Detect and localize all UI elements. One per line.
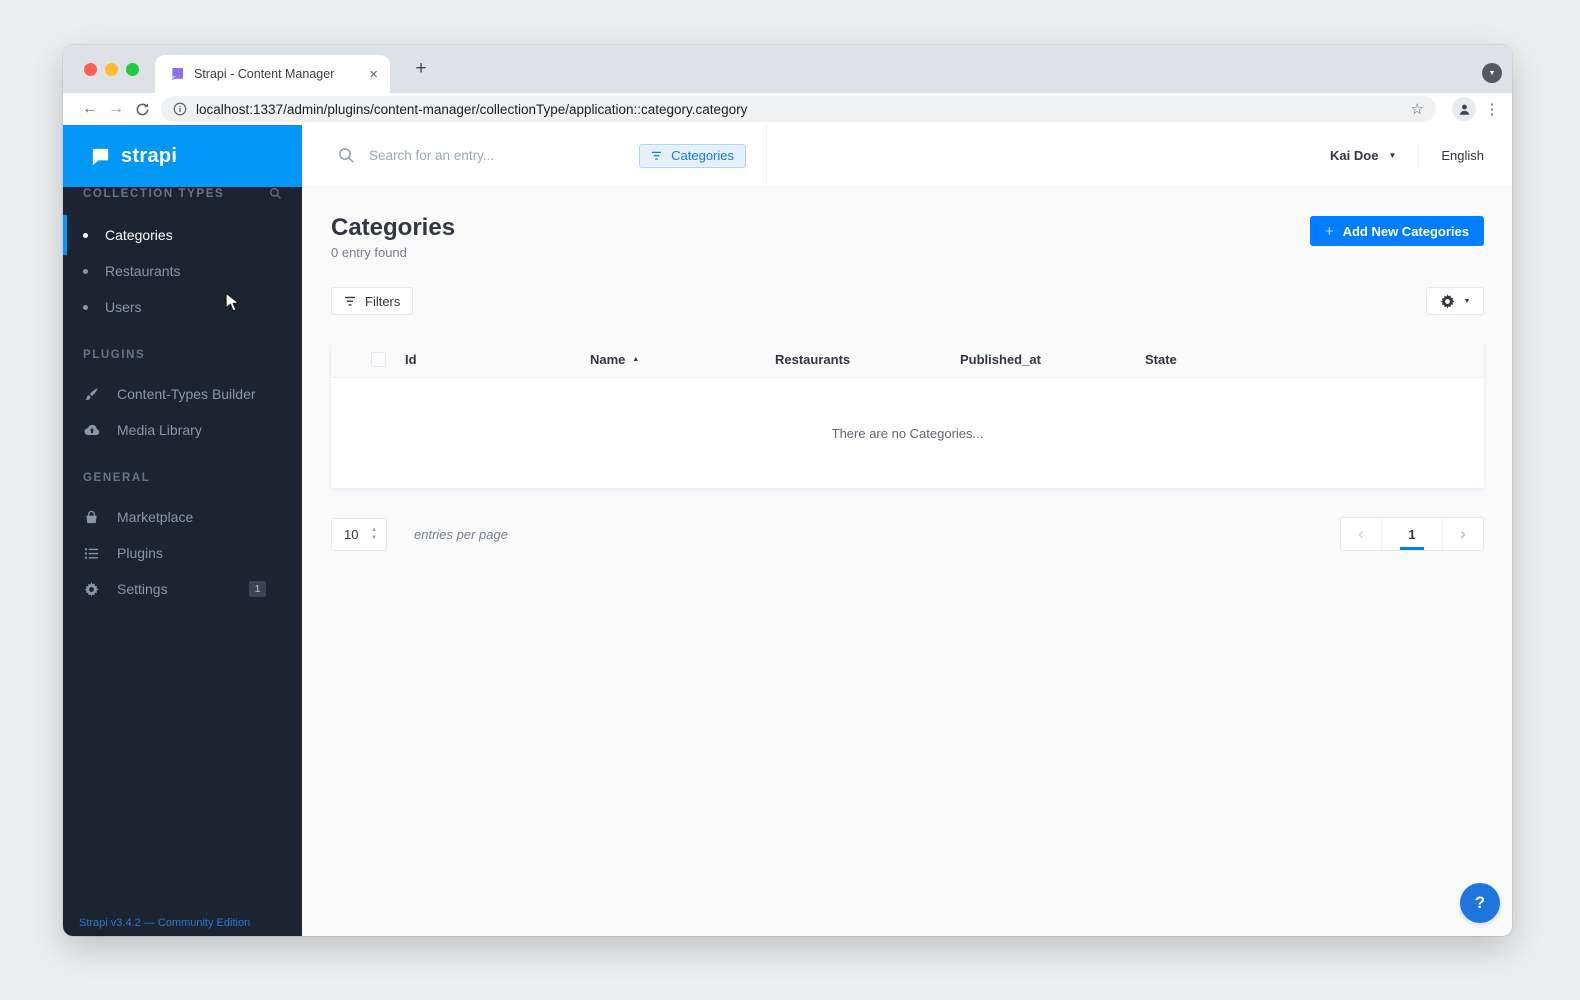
app-topbar: Categories Kai Doe ▼ English (302, 125, 1512, 187)
per-page-value: 10 (344, 526, 359, 542)
per-page-control: 10 ▲ ▼ entries per page (331, 517, 508, 551)
help-button[interactable]: ? (1460, 883, 1500, 923)
section-label-general: GENERAL (83, 472, 151, 484)
browser-menu-icon[interactable]: ⋮ (1484, 100, 1500, 118)
select-all-checkbox[interactable] (371, 352, 386, 367)
strapi-favicon-icon (169, 66, 185, 82)
empty-state-message: There are no Categories... (831, 425, 984, 441)
bullet-icon (83, 232, 88, 238)
sidebar-item-restaurants[interactable]: Restaurants (63, 253, 302, 289)
filter-icon (651, 151, 662, 161)
page-header: Categories 0 entry found + Add New Categ… (331, 214, 1484, 260)
table-header-row: Id Name ▲ Restaurants Published_at State (331, 342, 1484, 378)
plus-icon: + (1324, 222, 1334, 240)
sidebar-item-media-library[interactable]: Media Library (63, 412, 302, 448)
list-icon (83, 546, 100, 561)
bookmark-star-icon[interactable]: ☆ (1411, 100, 1424, 118)
main-column: Categories Kai Doe ▼ English Categories (302, 125, 1512, 936)
entries-table: Id Name ▲ Restaurants Published_at State… (331, 342, 1484, 488)
language-button[interactable]: English (1441, 148, 1484, 163)
entries-per-page-select[interactable]: 10 ▲ ▼ (331, 517, 387, 551)
add-new-categories-button[interactable]: + Add New Categories (1309, 216, 1484, 246)
tab-search-icon[interactable]: ▼ (1482, 63, 1502, 83)
sidebar: strapi COLLECTION TYPES Categories Resta… (63, 125, 302, 936)
user-menu[interactable]: Kai Doe ▼ (1330, 148, 1396, 163)
tab-close-icon[interactable]: × (369, 67, 378, 82)
sidebar-item-content-types-builder[interactable]: Content-Types Builder (63, 376, 302, 412)
next-page-button[interactable]: › (1443, 518, 1483, 550)
minimize-window-button[interactable] (105, 63, 118, 76)
header-checkbox-cell (331, 352, 405, 367)
pagination: ‹ 1 › (1340, 517, 1484, 551)
gear-icon (83, 581, 100, 597)
maximize-window-button[interactable] (126, 63, 139, 76)
column-header-restaurants[interactable]: Restaurants (775, 352, 960, 367)
url-text: localhost:1337/admin/plugins/content-man… (196, 101, 748, 117)
browser-tab[interactable]: Strapi - Content Manager × (155, 55, 390, 93)
browser-profile-avatar[interactable] (1452, 97, 1476, 121)
strapi-logomark-icon (89, 145, 112, 168)
section-label-plugins: PLUGINS (83, 349, 146, 361)
browser-toolbar: ← → localhost:1337/admin/plugins/content… (63, 93, 1512, 125)
column-header-published-at[interactable]: Published_at (960, 352, 1145, 367)
tools-row: Filters ▼ (331, 287, 1484, 315)
sidebar-item-users[interactable]: Users (63, 289, 302, 325)
back-icon[interactable]: ← (77, 100, 103, 118)
filter-icon (344, 296, 356, 307)
sidebar-item-marketplace[interactable]: Marketplace (63, 499, 302, 535)
chevron-down-icon: ▼ (1463, 297, 1471, 305)
paintbrush-icon (83, 387, 100, 402)
entries-per-page-label: entries per page (414, 526, 508, 542)
strapi-app: strapi COLLECTION TYPES Categories Resta… (63, 125, 1512, 936)
settings-badge: 1 (249, 581, 266, 597)
list-footer: 10 ▲ ▼ entries per page ‹ 1 › (331, 517, 1484, 551)
strapi-logo[interactable]: strapi (63, 125, 302, 187)
url-bar[interactable]: localhost:1337/admin/plugins/content-man… (161, 96, 1436, 122)
sidebar-footer-version-link[interactable]: Strapi v3.4.2 — Community Edition (79, 917, 250, 929)
new-tab-button[interactable]: + (409, 58, 433, 80)
search-zone: Categories (302, 125, 767, 186)
filters-button[interactable]: Filters (331, 287, 414, 315)
section-label-collection-types: COLLECTION TYPES (63, 187, 302, 200)
content-area: Categories 0 entry found + Add New Categ… (302, 187, 1512, 936)
search-input[interactable] (369, 148, 626, 163)
basket-icon (83, 510, 100, 525)
bullet-icon (83, 304, 88, 310)
sort-asc-icon: ▲ (632, 356, 640, 363)
previous-page-button[interactable]: ‹ (1341, 518, 1381, 550)
search-icon (338, 147, 355, 164)
bullet-icon (83, 268, 88, 274)
sidebar-item-categories[interactable]: Categories (63, 215, 302, 255)
collection-filter-chip[interactable]: Categories (639, 143, 746, 168)
reload-icon[interactable] (129, 102, 155, 117)
gear-icon (1440, 293, 1455, 309)
topbar-right: Kai Doe ▼ English (1330, 125, 1512, 186)
cloud-upload-icon (83, 422, 100, 438)
view-settings-dropdown-button[interactable]: ▼ (1426, 287, 1484, 315)
traffic-lights (84, 63, 139, 76)
forward-icon[interactable]: → (103, 100, 129, 118)
tab-title: Strapi - Content Manager (194, 67, 335, 81)
sidebar-item-plugins[interactable]: Plugins (63, 535, 302, 571)
close-window-button[interactable] (84, 63, 97, 76)
browser-window: Strapi - Content Manager × + ▼ ← → local… (63, 45, 1512, 936)
page-title: Categories (331, 214, 456, 241)
current-page-button[interactable]: 1 (1381, 518, 1443, 550)
column-header-name[interactable]: Name ▲ (590, 352, 775, 367)
entry-count: 0 entry found (331, 245, 407, 260)
column-header-id[interactable]: Id (405, 352, 590, 367)
site-info-icon[interactable] (173, 102, 187, 116)
tab-strip: Strapi - Content Manager × + ▼ (63, 45, 1512, 93)
chevron-down-icon: ▼ (1388, 151, 1397, 160)
sidebar-item-settings[interactable]: Settings 1 (63, 571, 302, 607)
stepper-icon: ▲ ▼ (371, 527, 377, 541)
divider (1418, 142, 1420, 169)
strapi-logo-text: strapi (121, 144, 178, 167)
column-header-state[interactable]: State (1145, 352, 1330, 367)
sidebar-search-icon[interactable] (269, 187, 282, 200)
